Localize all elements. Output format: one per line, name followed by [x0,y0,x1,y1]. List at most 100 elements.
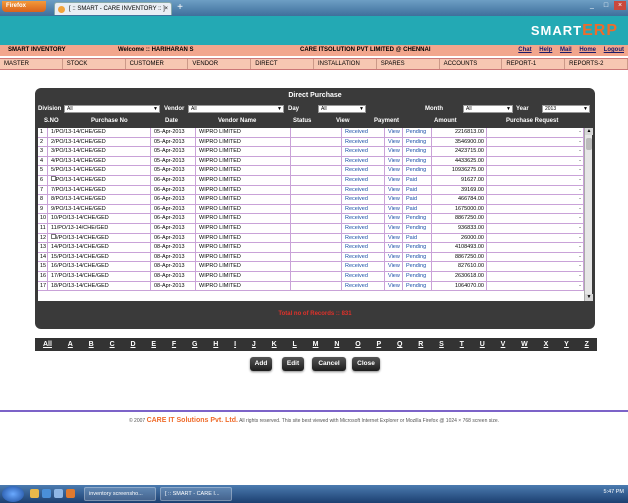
cell-pay-text[interactable]: Paid [406,235,417,241]
cell-pview-text[interactable]: View [388,225,400,231]
menu-master[interactable]: MASTER [0,59,63,69]
cell-view-text[interactable]: Received [345,254,368,260]
browser-tab[interactable]: [ :: SMART - CARE INVENTORY :: ] × [54,2,172,15]
taskbar-item-browser[interactable]: [ :: SMART - CARE I... [160,487,232,501]
alpha-filter-b[interactable]: B [89,341,94,348]
home-link[interactable]: Home [579,47,596,53]
cell-pview-text[interactable]: View [388,139,400,145]
cell-pay-text[interactable]: Pending [406,139,426,145]
alpha-filter-c[interactable]: C [110,341,115,348]
alpha-filter-g[interactable]: G [192,341,197,348]
cancel-button[interactable]: Cancel [312,357,346,371]
row-checkbox[interactable] [51,175,56,181]
table-row[interactable]: 6 6/PO/13-14/CHE/GED 06-Apr-2013 WIPRO LIMI… [38,175,584,186]
cell-view-text[interactable]: Received [345,196,368,202]
menu-spares[interactable]: SPARES [377,59,440,69]
cell-view-text[interactable]: Received [345,283,368,289]
cell-pview-text[interactable]: View [388,148,400,154]
cell-view-text[interactable]: Received [345,129,368,135]
cell-view-text[interactable]: Received [345,225,368,231]
cell-pay-text[interactable]: Paid [406,196,417,202]
alpha-filter-p[interactable]: P [376,341,381,348]
month-select[interactable]: All ▼ [463,105,513,113]
alpha-filter-s[interactable]: S [439,341,444,348]
cell-pay-text[interactable]: Paid [406,206,417,212]
cell-pview-text[interactable]: View [388,263,400,269]
cell-pay-text[interactable]: Pending [406,244,426,250]
menu-reports-2[interactable]: REPORTS-2 [565,59,628,69]
chat-link[interactable]: Chat [518,47,531,53]
cell-pay-text[interactable]: Pending [406,129,426,135]
cell-pay-text[interactable]: Pending [406,273,426,279]
cell-pay-text[interactable]: Pending [406,283,426,289]
tab-close-icon[interactable]: × [164,3,168,15]
cell-view-text[interactable]: Received [345,148,368,154]
logout-link[interactable]: Logout [604,47,624,53]
cell-pview-text[interactable]: View [388,196,400,202]
edit-button[interactable]: Edit [282,357,304,371]
alpha-filter-j[interactable]: J [252,341,256,348]
alpha-filter-all[interactable]: All [43,341,52,348]
cell-view-text[interactable]: Received [345,263,368,269]
cell-pay-text[interactable]: Pending [406,158,426,164]
cell-pview-text[interactable]: View [388,273,400,279]
cell-view-text[interactable]: Received [345,187,368,193]
alpha-filter-d[interactable]: D [130,341,135,348]
table-row[interactable]: 12 13/PO/13-14/CHE/GED 06-Apr-2013 WIPRO LI… [38,233,584,244]
cell-pview-text[interactable]: View [388,129,400,135]
cell-pview-text[interactable]: View [388,167,400,173]
table-row[interactable]: 8 8/PO/13-14/CHE/GED 06-Apr-2013 WIPRO LIMI… [38,195,584,205]
cell-pview-text[interactable]: View [388,254,400,260]
close-window-button[interactable]: × [614,1,626,10]
cell-pview-text[interactable]: View [388,215,400,221]
table-row[interactable]: 5 5/PO/13-14/CHE/GED 05-Apr-2013 WIPRO LIMI… [38,166,584,176]
alpha-filter-x[interactable]: X [544,341,549,348]
table-row[interactable]: 10 10/PO/13-14/CHE/GED 06-Apr-2013 WIPRO LI… [38,214,584,224]
division-select[interactable]: All ▼ [64,105,160,113]
scroll-up-icon[interactable]: ▲ [585,128,593,135]
cell-pay-text[interactable]: Pending [406,254,426,260]
new-tab-button[interactable]: + [174,2,186,14]
alpha-filter-h[interactable]: H [213,341,218,348]
table-row[interactable]: 13 14/PO/13-14/CHE/GED 08-Apr-2013 WIPRO LI… [38,243,584,253]
alpha-filter-e[interactable]: E [151,341,156,348]
cell-pview-text[interactable]: View [388,187,400,193]
maximize-button[interactable]: □ [600,1,612,10]
alpha-filter-o[interactable]: O [355,341,360,348]
start-button[interactable] [2,486,24,502]
row-checkbox[interactable] [51,233,56,239]
table-row[interactable]: 1 1/PO/13-14/CHE/GED 05-Apr-2013 WIPRO LIMI… [38,128,584,138]
table-row[interactable]: 7 7/PO/13-14/CHE/GED 06-Apr-2013 WIPRO LIMI… [38,185,584,196]
alpha-filter-y[interactable]: Y [564,341,569,348]
cell-pview-text[interactable]: View [388,244,400,250]
menu-customer[interactable]: CUSTOMER [126,59,189,69]
alpha-filter-m[interactable]: M [313,341,319,348]
table-scrollbar[interactable]: ▲ ▼ [584,128,593,301]
firefox-icon[interactable] [66,489,75,498]
table-row[interactable]: 2 2/PO/13-14/CHE/GED 05-Apr-2013 WIPRO LIMI… [38,137,584,148]
table-row[interactable]: 11 11/PO/13-14/CHE/GED 06-Apr-2013 WIPRO LI… [38,223,584,234]
alpha-filter-q[interactable]: Q [397,341,402,348]
alpha-filter-l[interactable]: L [293,341,297,348]
cell-view-text[interactable]: Received [345,244,368,250]
alpha-filter-z[interactable]: Z [585,341,589,348]
cell-view-text[interactable]: Received [345,235,368,241]
cell-pay-text[interactable]: Pending [406,148,426,154]
cell-pview-text[interactable]: View [388,158,400,164]
cell-view-text[interactable]: Received [345,177,368,183]
cell-pay-text[interactable]: Pending [406,167,426,173]
minimize-button[interactable]: _ [586,1,598,10]
menu-installation[interactable]: INSTALLATION [314,59,377,69]
menu-direct[interactable]: DIRECT [251,59,314,69]
mail-link[interactable]: Mail [560,47,572,53]
table-row[interactable]: 14 15/PO/13-14/CHE/GED 08-Apr-2013 WIPRO LI… [38,252,584,263]
cell-pay-text[interactable]: Paid [406,187,417,193]
alpha-filter-r[interactable]: R [418,341,423,348]
alpha-filter-u[interactable]: U [480,341,485,348]
firefox-menu-button[interactable]: Firefox [2,1,46,12]
cell-view-text[interactable]: Received [345,158,368,164]
cell-pay-text[interactable]: Pending [406,215,426,221]
cell-pview-text[interactable]: View [388,206,400,212]
table-row[interactable]: 9 9/PO/13-14/CHE/GED 06-Apr-2013 WIPRO LIMI… [38,204,584,215]
cell-view-text[interactable]: Received [345,167,368,173]
